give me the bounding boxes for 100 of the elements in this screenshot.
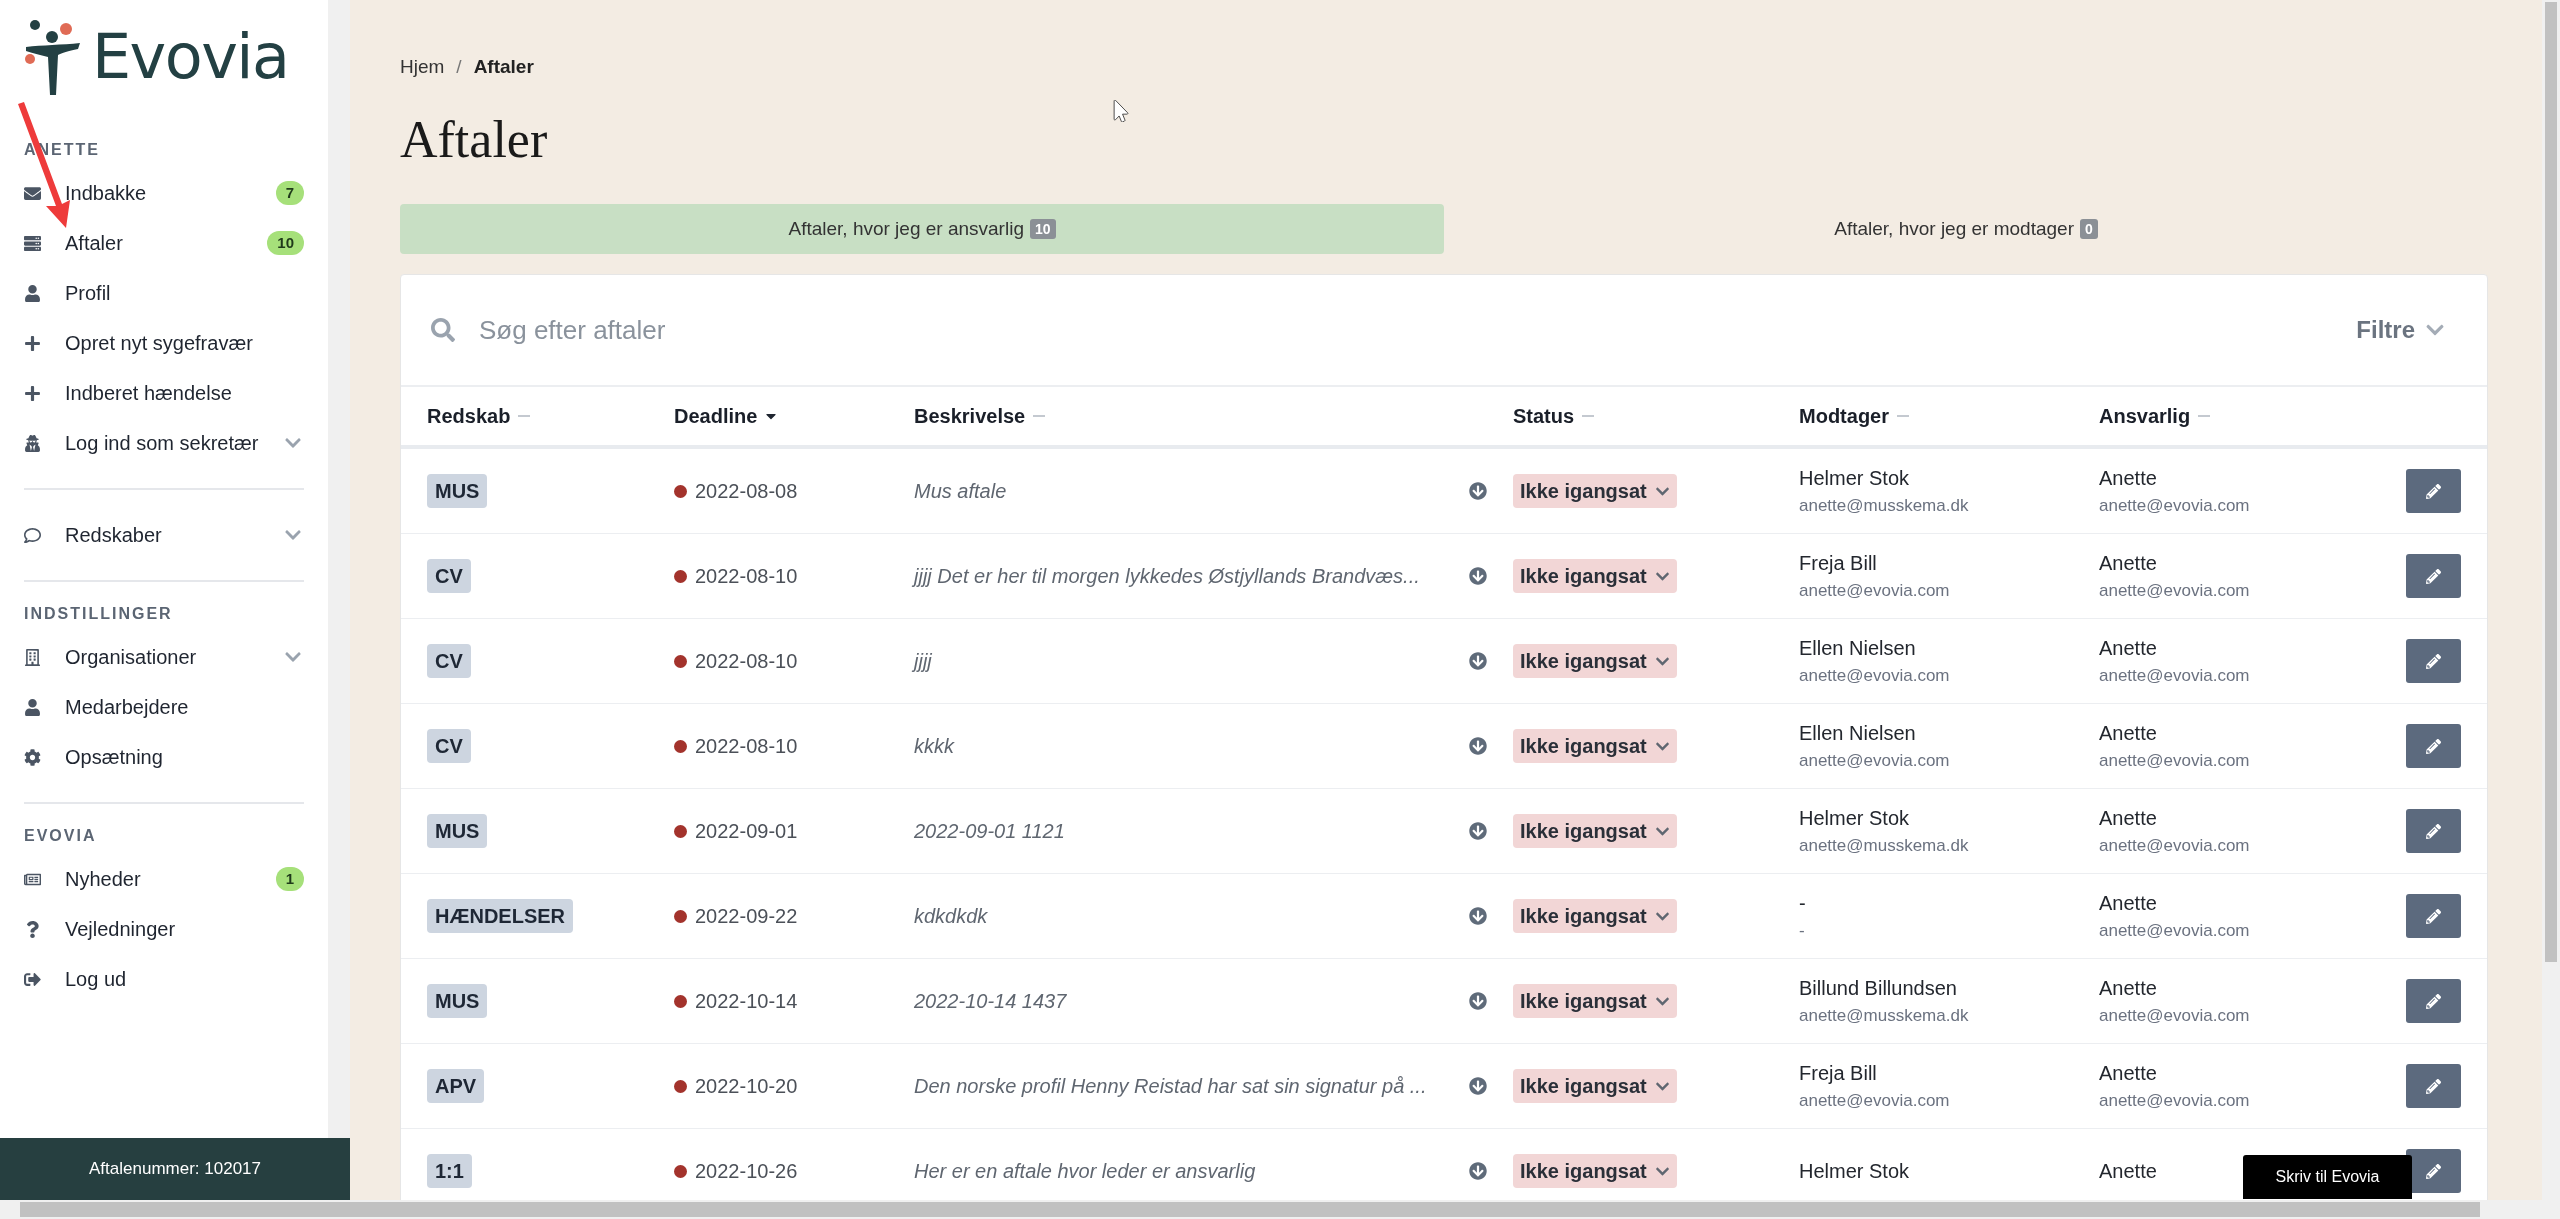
pencil-icon <box>2426 483 2441 499</box>
chat-button[interactable]: Skriv til Evovia <box>2243 1155 2412 1199</box>
question-icon <box>24 920 41 938</box>
status-dropdown[interactable]: Ikke igangsat <box>1513 644 1677 678</box>
status-dropdown[interactable]: Ikke igangsat <box>1513 1069 1677 1103</box>
sidebar-item[interactable]: Opret nyt sygefravær <box>24 318 304 368</box>
recipient-name: Freja Bill <box>1799 1061 1877 1087</box>
responsible-email: anette@evovia.com <box>2099 835 2250 858</box>
description-text: jjjj Det er her til morgen lykkedes Østjyllands Brandvæs... <box>914 564 1421 589</box>
user-icon <box>24 284 41 302</box>
expand-icon[interactable] <box>1469 482 1487 500</box>
responsible-name: Anette <box>2099 891 2157 917</box>
breadcrumb-link[interactable]: Hjem <box>400 52 445 82</box>
description-text: jjjj <box>914 649 933 674</box>
expand-icon[interactable] <box>1469 737 1487 755</box>
responsible-email: anette@evovia.com <box>2099 495 2250 518</box>
pencil-icon <box>2426 993 2441 1009</box>
filter-button[interactable]: Filtre <box>2356 312 2445 348</box>
tool-tag: MUS <box>427 984 488 1018</box>
envelope-icon <box>24 184 41 202</box>
recipient-email: anette@evovia.com <box>1799 665 1950 688</box>
tool-tag: 1:1 <box>427 1154 472 1188</box>
deadline-date: 2022-10-14 <box>695 989 798 1014</box>
column-header[interactable]: Status <box>1513 401 1575 431</box>
responsible-name: Anette <box>2099 721 2157 747</box>
recipient-name: Ellen Nielsen <box>1799 721 1916 747</box>
status-dropdown[interactable]: Ikke igangsat <box>1513 729 1677 763</box>
responsible-name: Anette <box>2099 636 2157 662</box>
sidebar-item[interactable]: Organisationer <box>24 632 304 682</box>
plus-icon <box>24 334 41 352</box>
sidebar-item[interactable]: Log ind som sekretær <box>24 418 304 468</box>
expand-icon[interactable] <box>1469 1162 1487 1180</box>
tab[interactable]: Aftaler, hvor jeg er ansvarlig 10 <box>400 204 1444 254</box>
recipient-email: anette@musskema.dk <box>1799 835 1969 858</box>
cursor-icon <box>1110 100 1132 122</box>
search-icon <box>431 318 455 342</box>
horizontal-scrollbar[interactable] <box>0 1200 2560 1219</box>
sidebar-item[interactable]: Redskaber <box>24 510 304 560</box>
expand-icon[interactable] <box>1469 992 1487 1010</box>
responsible-name: Anette <box>2099 976 2157 1002</box>
responsible-email: anette@evovia.com <box>2099 665 2250 688</box>
status-dropdown[interactable]: Ikke igangsat <box>1513 559 1677 593</box>
column-header[interactable]: Beskrivelse <box>914 401 1026 431</box>
sidebar-item[interactable]: Aftaler 10 <box>24 218 304 268</box>
tab[interactable]: Aftaler, hvor jeg er modtager 0 <box>1444 204 2488 254</box>
user-icon <box>24 698 41 716</box>
status-dropdown[interactable]: Ikke igangsat <box>1513 814 1677 848</box>
sidebar-item[interactable]: Indbakke 7 <box>24 168 304 218</box>
column-header[interactable]: Ansvarlig <box>2099 401 2191 431</box>
recipient-name: Ellen Nielsen <box>1799 636 1916 662</box>
expand-icon[interactable] <box>1469 907 1487 925</box>
recipient-email: - <box>1799 920 1805 943</box>
responsible-email: anette@evovia.com <box>2099 920 2250 943</box>
settings-icon <box>24 748 41 766</box>
tool-tag: MUS <box>427 814 488 848</box>
responsible-email: anette@evovia.com <box>2099 1090 2250 1113</box>
recipient-email: anette@musskema.dk <box>1799 1005 1969 1028</box>
status-dropdown[interactable]: Ikke igangsat <box>1513 1154 1677 1188</box>
status-dropdown[interactable]: Ikke igangsat <box>1513 899 1677 933</box>
tool-tag: APV <box>427 1069 485 1103</box>
deadline-date: 2022-09-01 <box>695 819 798 844</box>
status-dropdown[interactable]: Ikke igangsat <box>1513 984 1677 1018</box>
responsible-name: Anette <box>2099 1159 2157 1184</box>
count-badge: 1 <box>275 867 304 891</box>
description-text: Den norske profil Henny Reistad har sat sin signatur på ... <box>914 1074 1428 1099</box>
recipient-email: anette@evovia.com <box>1799 1090 1950 1113</box>
recipient-email: anette@evovia.com <box>1799 750 1950 773</box>
expand-icon[interactable] <box>1469 1077 1487 1095</box>
tool-tag: HÆNDELSER <box>427 899 573 933</box>
recipient-email: anette@musskema.dk <box>1799 495 1969 518</box>
pencil-icon <box>2426 823 2441 839</box>
expand-icon[interactable] <box>1469 567 1487 585</box>
pencil-icon <box>2426 908 2441 924</box>
count-badge: 7 <box>275 181 304 205</box>
breadcrumb-current: Aftaler <box>473 54 534 79</box>
sidebar-item[interactable]: Vejledninger <box>24 904 304 954</box>
expand-icon[interactable] <box>1469 652 1487 670</box>
expand-icon[interactable] <box>1469 822 1487 840</box>
sidebar-item[interactable]: Profil <box>24 268 304 318</box>
deadline-date: 2022-08-10 <box>695 564 798 589</box>
sidebar-item[interactable]: Log ud <box>24 954 304 1004</box>
sidebar-item[interactable]: Indberet hændelse <box>24 368 304 418</box>
column-header[interactable]: Deadline <box>674 401 758 431</box>
sidebar-item[interactable]: Medarbejdere <box>24 682 304 732</box>
deadline-date: 2022-10-20 <box>695 1074 798 1099</box>
sidebar-item[interactable]: Opsætning <box>24 732 304 782</box>
recipient-name: Billund Billundsen <box>1799 976 1957 1002</box>
agent-icon <box>24 434 41 452</box>
column-header[interactable]: Redskab <box>427 401 511 431</box>
status-dropdown[interactable]: Ikke igangsat <box>1513 474 1677 508</box>
tool-tag: CV <box>427 644 471 678</box>
description-text: Mus aftale <box>914 479 1008 504</box>
vertical-scrollbar[interactable] <box>2542 0 2560 1200</box>
edit-button[interactable] <box>2406 1149 2461 1193</box>
responsible-name: Anette <box>2099 1061 2157 1087</box>
column-header[interactable]: Modtager <box>1799 401 1889 431</box>
responsible-name: Anette <box>2099 466 2157 492</box>
deadline-date: 2022-08-08 <box>695 479 798 504</box>
sidebar-item[interactable]: Nyheder 1 <box>24 854 304 904</box>
description-text: 2022-10-14 1437 <box>914 989 1068 1014</box>
